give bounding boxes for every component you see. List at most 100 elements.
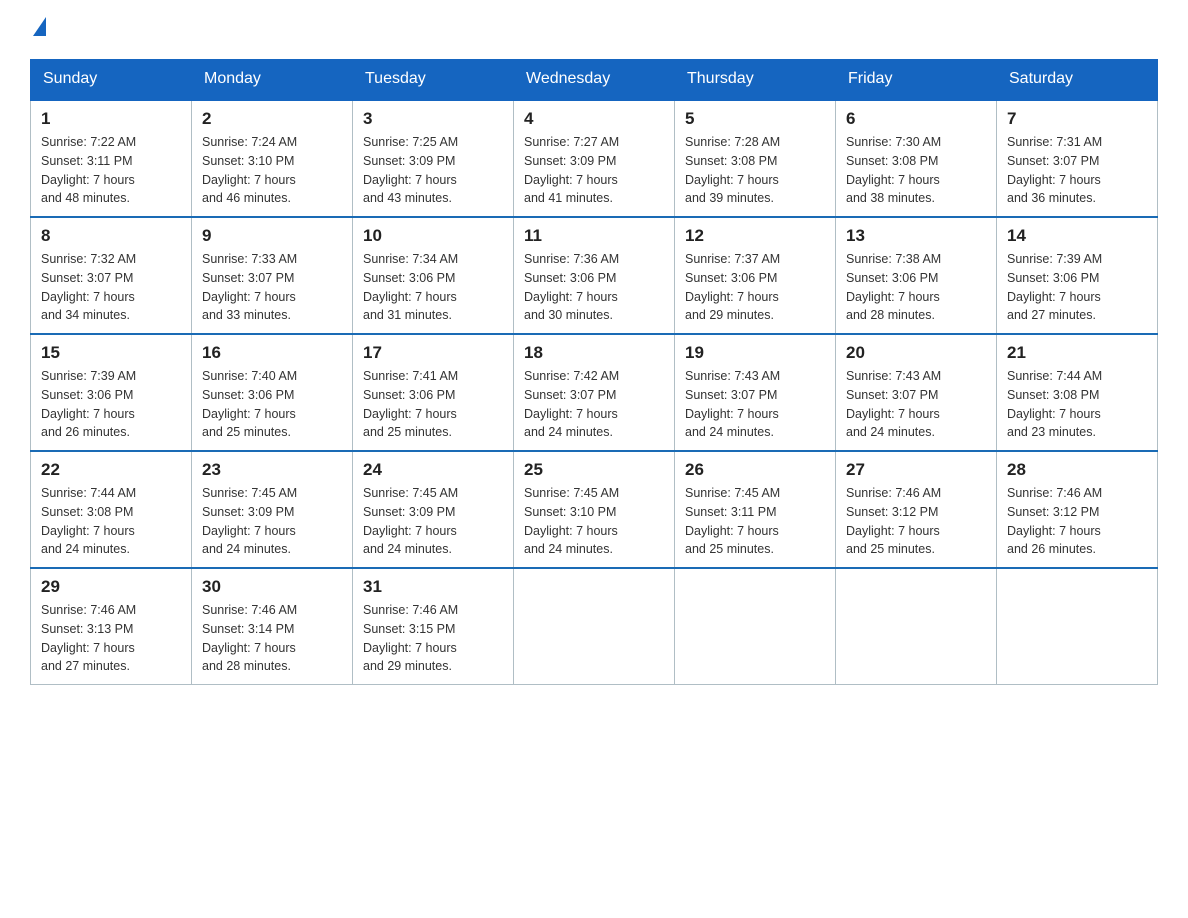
day-number: 9 (202, 226, 342, 246)
calendar-cell: 30 Sunrise: 7:46 AM Sunset: 3:14 PM Dayl… (192, 568, 353, 685)
day-number: 17 (363, 343, 503, 363)
page-header (30, 20, 1158, 39)
day-number: 7 (1007, 109, 1147, 129)
logo (30, 20, 46, 39)
day-info: Sunrise: 7:42 AM Sunset: 3:07 PM Dayligh… (524, 367, 664, 442)
calendar-cell (997, 568, 1158, 685)
day-info: Sunrise: 7:46 AM Sunset: 3:13 PM Dayligh… (41, 601, 181, 676)
calendar-week-row: 15 Sunrise: 7:39 AM Sunset: 3:06 PM Dayl… (31, 334, 1158, 451)
day-number: 14 (1007, 226, 1147, 246)
calendar-cell: 19 Sunrise: 7:43 AM Sunset: 3:07 PM Dayl… (675, 334, 836, 451)
calendar-cell: 27 Sunrise: 7:46 AM Sunset: 3:12 PM Dayl… (836, 451, 997, 568)
day-number: 22 (41, 460, 181, 480)
calendar-cell: 25 Sunrise: 7:45 AM Sunset: 3:10 PM Dayl… (514, 451, 675, 568)
day-number: 12 (685, 226, 825, 246)
calendar-cell: 12 Sunrise: 7:37 AM Sunset: 3:06 PM Dayl… (675, 217, 836, 334)
calendar-cell: 21 Sunrise: 7:44 AM Sunset: 3:08 PM Dayl… (997, 334, 1158, 451)
calendar-cell: 13 Sunrise: 7:38 AM Sunset: 3:06 PM Dayl… (836, 217, 997, 334)
day-number: 29 (41, 577, 181, 597)
day-info: Sunrise: 7:31 AM Sunset: 3:07 PM Dayligh… (1007, 133, 1147, 208)
day-info: Sunrise: 7:30 AM Sunset: 3:08 PM Dayligh… (846, 133, 986, 208)
calendar-cell: 23 Sunrise: 7:45 AM Sunset: 3:09 PM Dayl… (192, 451, 353, 568)
day-info: Sunrise: 7:34 AM Sunset: 3:06 PM Dayligh… (363, 250, 503, 325)
day-number: 30 (202, 577, 342, 597)
calendar-cell: 10 Sunrise: 7:34 AM Sunset: 3:06 PM Dayl… (353, 217, 514, 334)
calendar-cell: 5 Sunrise: 7:28 AM Sunset: 3:08 PM Dayli… (675, 100, 836, 218)
day-info: Sunrise: 7:45 AM Sunset: 3:09 PM Dayligh… (202, 484, 342, 559)
day-info: Sunrise: 7:43 AM Sunset: 3:07 PM Dayligh… (685, 367, 825, 442)
calendar-cell: 26 Sunrise: 7:45 AM Sunset: 3:11 PM Dayl… (675, 451, 836, 568)
day-info: Sunrise: 7:45 AM Sunset: 3:11 PM Dayligh… (685, 484, 825, 559)
weekday-header-tuesday: Tuesday (353, 60, 514, 100)
day-number: 10 (363, 226, 503, 246)
calendar-cell: 11 Sunrise: 7:36 AM Sunset: 3:06 PM Dayl… (514, 217, 675, 334)
calendar-cell: 1 Sunrise: 7:22 AM Sunset: 3:11 PM Dayli… (31, 100, 192, 218)
calendar-cell: 31 Sunrise: 7:46 AM Sunset: 3:15 PM Dayl… (353, 568, 514, 685)
day-info: Sunrise: 7:46 AM Sunset: 3:14 PM Dayligh… (202, 601, 342, 676)
calendar-week-row: 1 Sunrise: 7:22 AM Sunset: 3:11 PM Dayli… (31, 100, 1158, 218)
weekday-header-wednesday: Wednesday (514, 60, 675, 100)
calendar-cell: 24 Sunrise: 7:45 AM Sunset: 3:09 PM Dayl… (353, 451, 514, 568)
day-info: Sunrise: 7:28 AM Sunset: 3:08 PM Dayligh… (685, 133, 825, 208)
day-info: Sunrise: 7:39 AM Sunset: 3:06 PM Dayligh… (41, 367, 181, 442)
day-info: Sunrise: 7:41 AM Sunset: 3:06 PM Dayligh… (363, 367, 503, 442)
day-info: Sunrise: 7:46 AM Sunset: 3:12 PM Dayligh… (1007, 484, 1147, 559)
day-number: 20 (846, 343, 986, 363)
calendar-cell: 29 Sunrise: 7:46 AM Sunset: 3:13 PM Dayl… (31, 568, 192, 685)
day-number: 15 (41, 343, 181, 363)
day-info: Sunrise: 7:45 AM Sunset: 3:09 PM Dayligh… (363, 484, 503, 559)
day-info: Sunrise: 7:32 AM Sunset: 3:07 PM Dayligh… (41, 250, 181, 325)
day-number: 11 (524, 226, 664, 246)
day-number: 24 (363, 460, 503, 480)
day-number: 26 (685, 460, 825, 480)
day-number: 1 (41, 109, 181, 129)
day-number: 21 (1007, 343, 1147, 363)
calendar-cell: 15 Sunrise: 7:39 AM Sunset: 3:06 PM Dayl… (31, 334, 192, 451)
day-info: Sunrise: 7:37 AM Sunset: 3:06 PM Dayligh… (685, 250, 825, 325)
day-info: Sunrise: 7:24 AM Sunset: 3:10 PM Dayligh… (202, 133, 342, 208)
calendar-cell: 22 Sunrise: 7:44 AM Sunset: 3:08 PM Dayl… (31, 451, 192, 568)
calendar-cell (514, 568, 675, 685)
day-info: Sunrise: 7:44 AM Sunset: 3:08 PM Dayligh… (41, 484, 181, 559)
calendar-cell: 17 Sunrise: 7:41 AM Sunset: 3:06 PM Dayl… (353, 334, 514, 451)
calendar-cell (836, 568, 997, 685)
calendar-cell: 16 Sunrise: 7:40 AM Sunset: 3:06 PM Dayl… (192, 334, 353, 451)
weekday-header-sunday: Sunday (31, 60, 192, 100)
calendar-week-row: 22 Sunrise: 7:44 AM Sunset: 3:08 PM Dayl… (31, 451, 1158, 568)
day-info: Sunrise: 7:27 AM Sunset: 3:09 PM Dayligh… (524, 133, 664, 208)
calendar-week-row: 29 Sunrise: 7:46 AM Sunset: 3:13 PM Dayl… (31, 568, 1158, 685)
day-number: 28 (1007, 460, 1147, 480)
calendar-header-row: SundayMondayTuesdayWednesdayThursdayFrid… (31, 60, 1158, 100)
weekday-header-friday: Friday (836, 60, 997, 100)
day-info: Sunrise: 7:25 AM Sunset: 3:09 PM Dayligh… (363, 133, 503, 208)
calendar-cell (675, 568, 836, 685)
day-number: 8 (41, 226, 181, 246)
calendar-week-row: 8 Sunrise: 7:32 AM Sunset: 3:07 PM Dayli… (31, 217, 1158, 334)
day-number: 5 (685, 109, 825, 129)
calendar-cell: 8 Sunrise: 7:32 AM Sunset: 3:07 PM Dayli… (31, 217, 192, 334)
day-number: 18 (524, 343, 664, 363)
calendar-cell: 7 Sunrise: 7:31 AM Sunset: 3:07 PM Dayli… (997, 100, 1158, 218)
day-number: 25 (524, 460, 664, 480)
day-number: 31 (363, 577, 503, 597)
day-number: 2 (202, 109, 342, 129)
day-number: 3 (363, 109, 503, 129)
calendar-cell: 2 Sunrise: 7:24 AM Sunset: 3:10 PM Dayli… (192, 100, 353, 218)
day-info: Sunrise: 7:40 AM Sunset: 3:06 PM Dayligh… (202, 367, 342, 442)
calendar-cell: 28 Sunrise: 7:46 AM Sunset: 3:12 PM Dayl… (997, 451, 1158, 568)
logo-triangle-icon (33, 17, 46, 36)
day-info: Sunrise: 7:36 AM Sunset: 3:06 PM Dayligh… (524, 250, 664, 325)
day-info: Sunrise: 7:46 AM Sunset: 3:15 PM Dayligh… (363, 601, 503, 676)
day-number: 23 (202, 460, 342, 480)
day-info: Sunrise: 7:33 AM Sunset: 3:07 PM Dayligh… (202, 250, 342, 325)
day-number: 19 (685, 343, 825, 363)
day-info: Sunrise: 7:43 AM Sunset: 3:07 PM Dayligh… (846, 367, 986, 442)
day-info: Sunrise: 7:44 AM Sunset: 3:08 PM Dayligh… (1007, 367, 1147, 442)
day-info: Sunrise: 7:39 AM Sunset: 3:06 PM Dayligh… (1007, 250, 1147, 325)
calendar-cell: 9 Sunrise: 7:33 AM Sunset: 3:07 PM Dayli… (192, 217, 353, 334)
calendar-cell: 4 Sunrise: 7:27 AM Sunset: 3:09 PM Dayli… (514, 100, 675, 218)
day-number: 4 (524, 109, 664, 129)
day-info: Sunrise: 7:38 AM Sunset: 3:06 PM Dayligh… (846, 250, 986, 325)
day-number: 16 (202, 343, 342, 363)
calendar-cell: 6 Sunrise: 7:30 AM Sunset: 3:08 PM Dayli… (836, 100, 997, 218)
